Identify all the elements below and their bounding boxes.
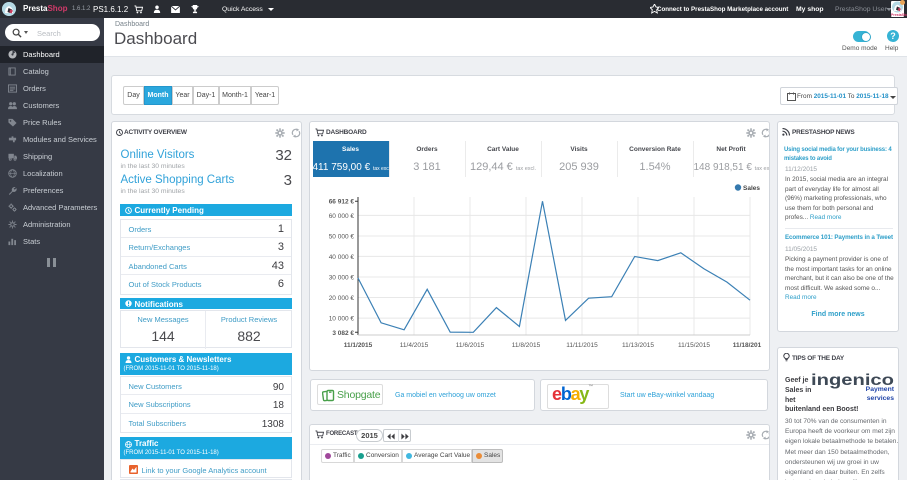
svg-text:11/6/2015: 11/6/2015: [456, 342, 485, 349]
svg-text:11/11/2015: 11/11/2015: [566, 342, 598, 349]
svg-text:10 000 €: 10 000 €: [329, 316, 355, 323]
svg-text:Sales: Sales: [743, 185, 760, 192]
svg-text:66 912 €: 66 912 €: [329, 199, 355, 206]
svg-text:20 000 €: 20 000 €: [329, 295, 355, 302]
svg-text:40 000 €: 40 000 €: [329, 254, 355, 261]
svg-text:11/1/2015: 11/1/2015: [344, 342, 373, 349]
svg-text:11/18/201: 11/18/201: [733, 342, 762, 349]
svg-text:11/15/2015: 11/15/2015: [678, 342, 710, 349]
svg-text:11/4/2015: 11/4/2015: [400, 342, 429, 349]
svg-text:11/13/2015: 11/13/2015: [622, 342, 654, 349]
svg-text:11/8/2015: 11/8/2015: [512, 342, 541, 349]
svg-text:50 000 €: 50 000 €: [329, 234, 355, 241]
svg-text:60 000 €: 60 000 €: [329, 213, 355, 220]
svg-text:3 082 €: 3 082 €: [332, 330, 354, 337]
svg-text:30 000 €: 30 000 €: [329, 275, 355, 282]
